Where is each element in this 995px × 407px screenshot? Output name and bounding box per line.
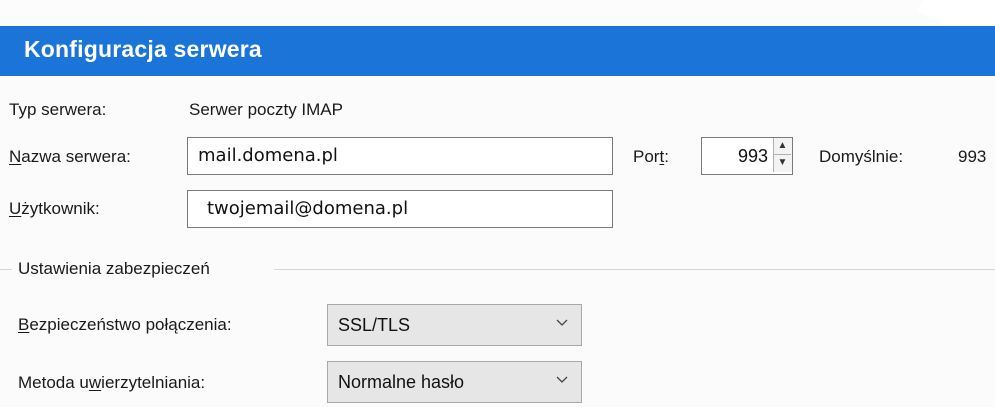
server-type-value: Serwer poczty IMAP [189, 100, 343, 119]
chevron-down-icon [556, 319, 568, 326]
server-type-label: Typ serwera: [9, 100, 107, 119]
dialog-header: Konfiguracja serwera [0, 26, 995, 76]
triangle-up-icon[interactable]: ▲ [774, 138, 791, 155]
username-input[interactable]: twojemail@domena.pl [187, 190, 613, 228]
port-label: Port: [633, 147, 669, 166]
dialog-canvas: Konfiguracja serwera Typ serwera: Serwer… [0, 0, 995, 407]
auth-method-select[interactable]: Normalne hasło [327, 361, 582, 403]
server-name-label: Nazwa serwera: [9, 147, 131, 166]
security-group-border-left [0, 269, 12, 270]
top-strip [0, 0, 995, 26]
port-default-value: 993 [958, 147, 987, 166]
port-spinner[interactable]: 993 ▲ ▼ [701, 137, 793, 175]
connection-security-label: Bezpieczeństwo połączenia: [18, 315, 232, 334]
username-mnemonic: U [9, 199, 22, 218]
port-value[interactable]: 993 [738, 138, 768, 174]
auth-method-label: Metoda uwierzytelniania: [18, 373, 206, 392]
connection-security-mnemonic: B [18, 315, 30, 334]
server-name-input[interactable]: mail.domena.pl [187, 137, 613, 175]
auth-method-selected: Normalne hasło [338, 372, 465, 392]
connection-security-select[interactable]: SSL/TLS [327, 304, 582, 346]
security-group-title: Ustawienia zabezpieczeń [18, 259, 210, 278]
port-spinner-buttons: ▲ ▼ [773, 138, 792, 172]
dialog-title: Konfiguracja serwera [24, 36, 262, 62]
server-name-mnemonic: N [9, 147, 22, 166]
chevron-down-icon [556, 376, 568, 383]
connection-security-selected: SSL/TLS [338, 315, 411, 335]
port-default-label: Domyślnie: [819, 147, 904, 166]
security-group-border [274, 269, 995, 270]
auth-method-mnemonic: w [88, 373, 102, 392]
triangle-down-icon[interactable]: ▼ [774, 155, 791, 171]
username-label: Użytkownik: [9, 199, 100, 218]
